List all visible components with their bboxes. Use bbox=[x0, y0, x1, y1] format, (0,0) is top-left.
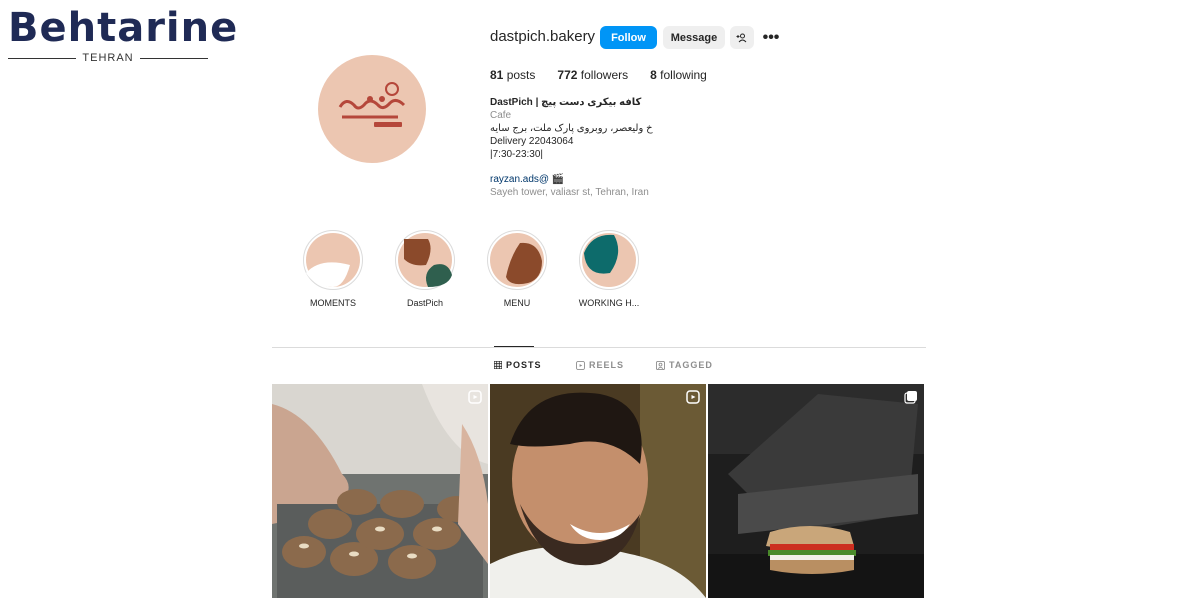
highlight-working-hours[interactable]: WORKING H... bbox=[564, 230, 654, 308]
highlight-moments[interactable]: MOMENTS bbox=[288, 230, 378, 308]
reel-badge-icon bbox=[686, 390, 700, 404]
highlight-working-hours-icon bbox=[582, 233, 636, 287]
active-tab-indicator bbox=[494, 346, 534, 347]
watermark-brand: Behtarine bbox=[8, 5, 239, 51]
followers-stat[interactable]: 772 followers bbox=[557, 68, 628, 82]
highlight-label: DastPich bbox=[406, 298, 443, 308]
tab-posts[interactable]: POSTS bbox=[494, 360, 542, 370]
post-image bbox=[708, 384, 924, 598]
more-options-button[interactable]: ••• bbox=[760, 26, 782, 49]
add-person-icon bbox=[736, 33, 747, 42]
watermark-logo: Behtarine TEHRAN bbox=[8, 6, 237, 64]
carousel-badge-icon bbox=[904, 391, 917, 404]
tab-reels[interactable]: REELS bbox=[576, 360, 624, 370]
watermark-city: TEHRAN bbox=[82, 52, 134, 64]
highlight-menu[interactable]: MENU bbox=[472, 230, 562, 308]
grid-icon bbox=[494, 361, 502, 369]
highlight-dastpich-icon bbox=[398, 233, 452, 287]
highlight-label: WORKING H... bbox=[578, 298, 640, 308]
profile-avatar[interactable] bbox=[318, 55, 426, 163]
following-stat[interactable]: 8 following bbox=[650, 68, 707, 82]
post-sandwich-grill[interactable] bbox=[708, 384, 924, 598]
watermark-city-row: TEHRAN bbox=[8, 52, 209, 64]
more-dots-icon: ••• bbox=[762, 28, 780, 46]
bio-line1: خ ولیعصر، روبروی پارک ملت، برج سایه bbox=[490, 123, 653, 134]
highlight-moments-icon bbox=[306, 233, 360, 287]
profile-stats: 81 posts 772 followers 8 following bbox=[490, 68, 707, 82]
post-image bbox=[272, 384, 488, 598]
post-smiling-man[interactable] bbox=[490, 384, 706, 598]
bio-link[interactable]: rayzan.ads@ 🎬 bbox=[490, 173, 710, 186]
tagged-icon bbox=[656, 360, 665, 370]
post-cookies-tray[interactable] bbox=[272, 384, 488, 598]
profile-username: dastpich.bakery bbox=[490, 28, 596, 45]
reels-icon bbox=[576, 360, 585, 370]
tabs-divider bbox=[272, 347, 926, 348]
bio-category: Cafe bbox=[490, 110, 512, 121]
post-image bbox=[490, 384, 706, 598]
suggested-users-button[interactable] bbox=[730, 26, 754, 49]
bio-address[interactable]: Sayeh tower, valiasr st, Tehran, Iran bbox=[490, 186, 710, 199]
bio-line3: |7:30-23:30| bbox=[490, 149, 544, 160]
profile-bio: DastPich | کافه بیکری دست پیچ Cafe خ ولی… bbox=[490, 96, 710, 199]
tab-tagged[interactable]: TAGGED bbox=[656, 360, 713, 370]
reel-badge-icon bbox=[468, 390, 482, 404]
follow-button[interactable]: Follow bbox=[600, 26, 657, 49]
bio-line2: Delivery 22043064 bbox=[490, 136, 574, 147]
dastpich-logo-icon bbox=[324, 61, 420, 157]
highlight-label: MENU bbox=[503, 298, 531, 308]
posts-stat: 81 posts bbox=[490, 68, 536, 82]
bio-name: DastPich | کافه بیکری دست پیچ bbox=[490, 97, 642, 108]
highlight-menu-icon bbox=[490, 233, 544, 287]
highlight-dastpich[interactable]: DastPich bbox=[380, 230, 470, 308]
message-button[interactable]: Message bbox=[663, 26, 725, 49]
highlight-label: MOMENTS bbox=[310, 298, 356, 308]
